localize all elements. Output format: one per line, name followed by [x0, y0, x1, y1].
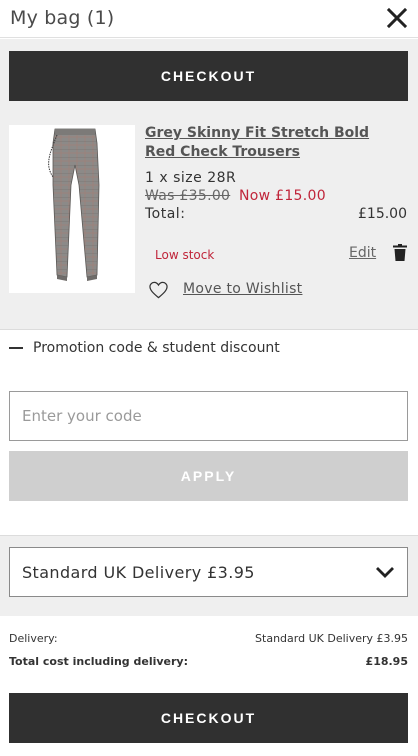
- apply-button[interactable]: APPLY: [9, 451, 408, 501]
- product-now-price: Now £15.00: [239, 188, 326, 204]
- summary-total-value: £18.95: [365, 655, 408, 668]
- stock-status: Low stock: [155, 248, 215, 262]
- product-size: 1 x size 28R: [145, 170, 237, 186]
- summary-total-label: Total cost including delivery:: [9, 655, 188, 668]
- bag-title: My bag (1): [10, 7, 115, 29]
- divider: [0, 329, 418, 330]
- promo-toggle-label: Promotion code & student discount: [33, 340, 280, 356]
- product-title-link[interactable]: Grey Skinny Fit Stretch Bold Red Check T…: [145, 124, 400, 162]
- move-to-wishlist-link[interactable]: Move to Wishlist: [183, 281, 302, 297]
- bag-header: My bag (1): [0, 0, 418, 38]
- product-image[interactable]: [9, 125, 135, 293]
- item-total-label: Total:: [145, 206, 186, 222]
- heart-icon[interactable]: [149, 281, 168, 299]
- summary-total-row: Total cost including delivery: £18.95: [9, 655, 408, 668]
- delivery-select-value: Standard UK Delivery £3.95: [22, 562, 255, 582]
- edit-item-link[interactable]: Edit: [349, 245, 376, 261]
- checkout-button-bottom[interactable]: CHECKOUT: [9, 693, 408, 743]
- order-summary: Delivery: Standard UK Delivery £3.95 Tot…: [0, 617, 418, 693]
- chevron-down-icon: [376, 567, 394, 578]
- item-total-value: £15.00: [358, 206, 407, 222]
- delivery-select[interactable]: Standard UK Delivery £3.95: [9, 547, 408, 597]
- close-icon[interactable]: [384, 5, 410, 31]
- promo-toggle[interactable]: Promotion code & student discount: [9, 337, 280, 359]
- summary-delivery-row: Delivery: Standard UK Delivery £3.95: [9, 632, 408, 645]
- summary-delivery-value: Standard UK Delivery £3.95: [255, 632, 408, 645]
- checkout-button-top[interactable]: CHECKOUT: [9, 51, 408, 101]
- product-was-price: Was £35.00: [145, 188, 231, 204]
- summary-delivery-label: Delivery:: [9, 632, 58, 645]
- promo-code-input[interactable]: [9, 391, 408, 441]
- collapse-icon: [9, 347, 23, 349]
- trash-icon[interactable]: [393, 244, 407, 261]
